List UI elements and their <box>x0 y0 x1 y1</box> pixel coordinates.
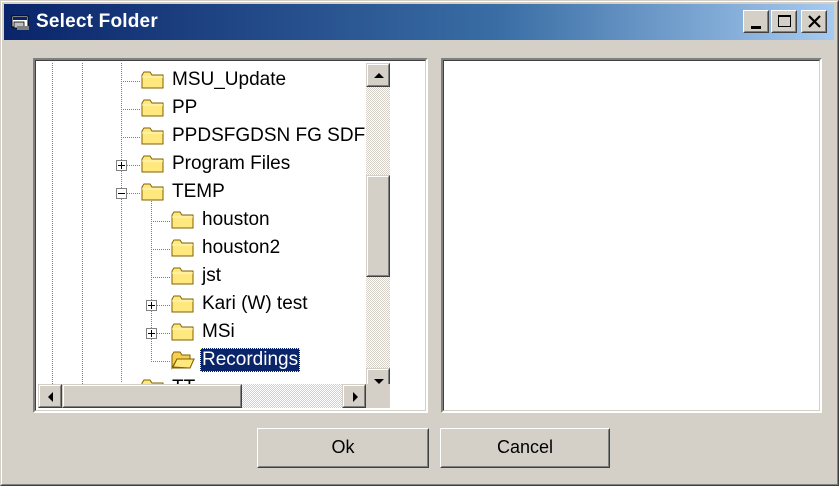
expand-icon[interactable] <box>146 300 157 311</box>
arrow-left-icon <box>48 392 53 402</box>
folder-contents-panel[interactable] <box>441 58 822 413</box>
arrow-right-icon <box>353 392 358 402</box>
folder-icon <box>171 239 194 257</box>
close-button[interactable] <box>801 10 827 33</box>
tree-item-label-selected[interactable]: Recordings <box>200 348 301 372</box>
tree-item-label[interactable]: TEMP <box>170 180 227 204</box>
tree-guide-line <box>121 63 122 383</box>
folder-tree-view[interactable]: MSU_Update PP PPDSFGDSN FG SDFG Program … <box>33 58 428 413</box>
tree-guide-line <box>82 63 83 395</box>
minimize-icon <box>751 26 761 29</box>
collapse-icon[interactable] <box>116 188 127 199</box>
scroll-left-button[interactable] <box>38 384 62 408</box>
folder-icon <box>171 211 194 229</box>
tree-item-label[interactable]: MSi <box>200 320 237 344</box>
open-folder-icon <box>171 351 195 370</box>
folder-icon <box>141 127 164 145</box>
tree-item-label[interactable]: houston <box>200 208 272 232</box>
expand-icon[interactable] <box>116 160 127 171</box>
folder-icon <box>171 295 194 313</box>
close-icon <box>808 15 821 28</box>
folder-icon <box>141 155 164 173</box>
tree-item-label[interactable]: jst <box>200 264 223 288</box>
tree-item-label[interactable]: PPDSFGDSN FG SDFG <box>170 124 366 148</box>
scroll-down-button[interactable] <box>366 368 390 392</box>
tree-item-label[interactable]: Program Files <box>170 152 292 176</box>
horizontal-scroll-thumb[interactable] <box>62 384 242 408</box>
arrow-up-icon <box>374 73 384 78</box>
folder-icon <box>141 99 164 117</box>
tree-item-label[interactable]: Kari (W) test <box>200 292 310 316</box>
window-title: Select Folder <box>36 11 158 32</box>
folder-icon <box>171 267 194 285</box>
select-folder-window: Select Folder MSU_Update PP PPDSFGDSN FG… <box>0 0 839 486</box>
tree-item-label[interactable]: PP <box>170 96 199 120</box>
folder-icon <box>141 71 164 89</box>
tree-item-label[interactable]: MSU_Update <box>170 68 288 92</box>
tree-content: MSU_Update PP PPDSFGDSN FG SDFG Program … <box>38 63 366 395</box>
vertical-scroll-thumb[interactable] <box>366 175 390 277</box>
folder-icon <box>171 323 194 341</box>
minimize-button[interactable] <box>743 10 769 33</box>
ok-button[interactable]: Ok <box>257 428 429 468</box>
tree-guide-line <box>52 63 53 395</box>
folder-icon <box>141 183 164 201</box>
maximize-button[interactable] <box>771 10 797 33</box>
title-bar[interactable]: Select Folder <box>4 4 834 40</box>
maximize-icon <box>778 15 791 27</box>
scroll-right-button[interactable] <box>342 384 366 408</box>
tree-item-label[interactable]: houston2 <box>200 236 282 260</box>
folder-browse-icon <box>11 15 29 30</box>
arrow-down-icon <box>374 379 384 384</box>
scroll-up-button[interactable] <box>366 63 390 87</box>
cancel-button[interactable]: Cancel <box>440 428 610 468</box>
expand-icon[interactable] <box>146 328 157 339</box>
